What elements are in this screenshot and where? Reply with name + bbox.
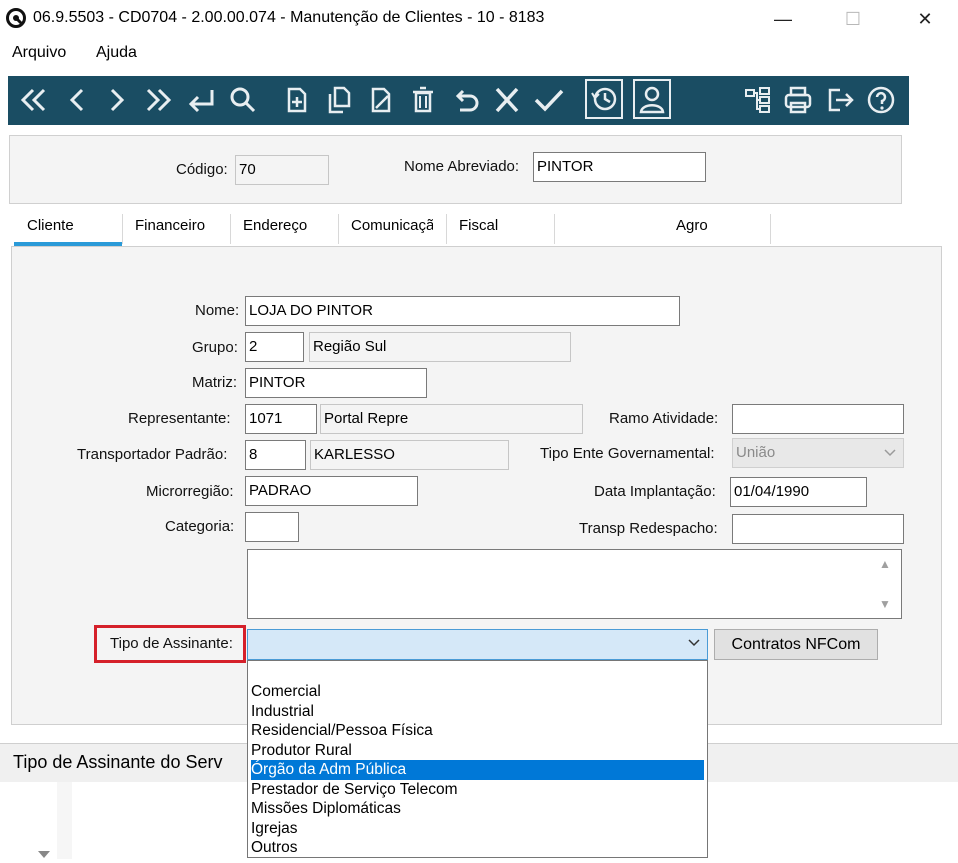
tab-separator <box>446 214 447 244</box>
status-text: Tipo de Assinante do Serv <box>13 752 223 772</box>
history-icon[interactable] <box>585 79 623 119</box>
tab-separator <box>770 214 771 244</box>
first-icon[interactable] <box>18 84 50 116</box>
tipo-assinante-label: Tipo de Assinante: <box>110 635 233 652</box>
tab-fiscal[interactable]: Fiscal <box>459 217 498 234</box>
goto-icon[interactable] <box>184 84 218 116</box>
chevron-down-icon <box>688 639 700 647</box>
option-orgao-adm-publica[interactable]: Órgão da Adm Pública <box>251 760 704 780</box>
categoria-field[interactable] <box>245 512 299 542</box>
transportador-description: KARLESSO <box>310 440 509 470</box>
option-prestador-telecom[interactable]: Prestador de Serviço Telecom <box>251 780 704 800</box>
window-title: 06.9.5503 - CD0704 - 2.00.00.074 - Manut… <box>33 9 545 26</box>
grupo-description: Região Sul <box>309 332 571 362</box>
confirm-icon[interactable] <box>532 84 566 116</box>
tab-endereco[interactable]: Endereço <box>243 217 307 234</box>
tab-separator <box>338 214 339 244</box>
tipo-assinante-dropdown: Comercial Industrial Residencial/Pessoa … <box>247 660 708 858</box>
tipo-ente-select[interactable]: União <box>732 438 904 468</box>
delete-icon[interactable] <box>408 84 438 116</box>
copy-icon[interactable] <box>324 84 354 116</box>
matriz-label: Matriz: <box>192 374 237 391</box>
grupo-code-field[interactable]: 2 <box>245 332 304 362</box>
tab-separator <box>230 214 231 244</box>
microrregiao-field[interactable]: PADRAO <box>245 476 418 506</box>
close-button[interactable]: ✕ <box>902 4 948 34</box>
notes-textarea[interactable] <box>247 549 902 619</box>
undo-icon[interactable] <box>450 84 482 116</box>
option-comercial[interactable]: Comercial <box>251 682 704 702</box>
contratos-nfcom-button[interactable]: Contratos NFCom <box>714 629 878 660</box>
option-produtor-rural[interactable]: Produtor Rural <box>251 741 704 761</box>
option-igrejas[interactable]: Igrejas <box>251 819 704 839</box>
nome-abreviado-field[interactable]: PINTOR <box>533 152 706 182</box>
option-outros[interactable]: Outros <box>251 838 704 858</box>
tab-separator <box>122 214 123 244</box>
search-icon[interactable] <box>228 84 258 116</box>
tab-financeiro[interactable]: Financeiro <box>135 217 205 234</box>
ramo-atividade-field[interactable] <box>732 404 904 434</box>
cancel-icon[interactable] <box>492 84 522 116</box>
nome-label: Nome: <box>195 302 240 319</box>
option-missoes-diplomaticas[interactable]: Missões Diplomáticas <box>251 799 704 819</box>
scrollbar-track[interactable] <box>57 782 72 859</box>
transportador-label: Transportador Padrão: <box>77 446 228 463</box>
grupo-label: Grupo: <box>192 339 238 356</box>
tab-cliente[interactable]: Cliente <box>27 217 74 234</box>
transp-redespacho-label: Transp Redespacho: <box>579 520 718 537</box>
edit-icon[interactable] <box>366 84 396 116</box>
tipo-assinante-select[interactable] <box>247 629 708 660</box>
matriz-field[interactable]: PINTOR <box>245 368 427 398</box>
print-icon[interactable] <box>782 84 814 116</box>
new-icon[interactable] <box>282 84 312 116</box>
scroll-down-icon[interactable] <box>38 846 50 858</box>
representante-description: Portal Repre <box>320 404 583 434</box>
nome-field[interactable]: LOJA DO PINTOR <box>245 296 680 326</box>
previous-icon[interactable] <box>64 84 90 116</box>
app-icon <box>6 8 26 28</box>
representante-code-field[interactable]: 1071 <box>245 404 317 434</box>
codigo-field[interactable]: 70 <box>235 155 329 185</box>
minimize-button[interactable]: — <box>760 4 806 34</box>
transportador-code-field[interactable]: 8 <box>245 440 306 470</box>
transp-redespacho-field[interactable] <box>732 514 904 544</box>
tab-agro[interactable]: Agro <box>676 217 708 234</box>
nome-abreviado-label: Nome Abreviado: <box>404 158 520 175</box>
help-icon[interactable] <box>866 84 896 116</box>
user-icon[interactable] <box>633 79 671 119</box>
option-industrial[interactable]: Industrial <box>251 702 704 722</box>
ramo-atividade-label: Ramo Atividade: <box>609 410 719 427</box>
representante-label: Representante: <box>128 410 231 427</box>
menu-arquivo[interactable]: Arquivo <box>12 44 66 62</box>
microrregiao-label: Microrregião: <box>146 483 234 500</box>
tipo-ente-value: União <box>736 444 776 461</box>
tab-comunicacao[interactable]: Comunicaçã <box>351 217 433 234</box>
maximize-button[interactable]: ☐ <box>830 4 876 34</box>
tab-separator <box>554 214 555 244</box>
next-icon[interactable] <box>104 84 130 116</box>
toolbar <box>8 76 909 125</box>
option-residencial[interactable]: Residencial/Pessoa Física <box>251 721 704 741</box>
menu-ajuda[interactable]: Ajuda <box>96 44 137 62</box>
tipo-ente-label: Tipo Ente Governamental: <box>540 445 715 462</box>
scroll-down-icon[interactable]: ▼ <box>879 597 891 611</box>
data-implantacao-field[interactable]: 01/04/1990 <box>730 477 867 507</box>
categoria-label: Categoria: <box>165 518 235 535</box>
codigo-label: Código: <box>176 161 228 178</box>
last-icon[interactable] <box>142 84 174 116</box>
data-implantacao-label: Data Implantação: <box>594 483 716 500</box>
chevron-down-icon <box>884 449 896 457</box>
exit-icon[interactable] <box>824 84 856 116</box>
scroll-up-icon[interactable]: ▲ <box>879 557 891 571</box>
structure-icon[interactable] <box>742 84 772 116</box>
